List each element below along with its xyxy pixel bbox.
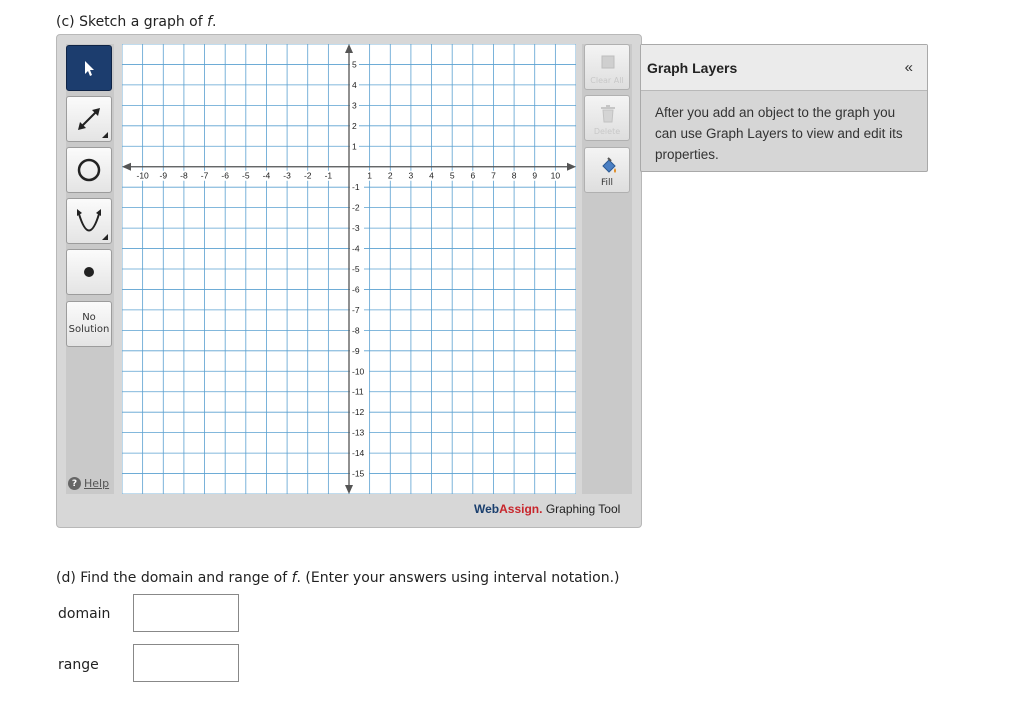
- x-tick-label: -6: [221, 171, 229, 181]
- y-tick-label: -12: [352, 407, 365, 417]
- y-tick-label: 2: [352, 121, 357, 131]
- delete-label: Delete: [593, 127, 621, 136]
- help-icon: ?: [68, 477, 81, 490]
- domain-label: domain: [58, 606, 111, 622]
- graph-layers-description: After you add an object to the graph you…: [655, 105, 903, 162]
- y-tick-label: -8: [352, 325, 360, 335]
- x-tick-label: 7: [491, 171, 496, 181]
- x-tick-label: 4: [429, 171, 434, 181]
- y-tick-label: -3: [352, 223, 360, 233]
- y-tick-label: -9: [352, 346, 360, 356]
- brand-assign: Assign: [499, 502, 540, 516]
- y-tick-label: 4: [352, 80, 357, 90]
- part-d-question: (d) Find the domain and range of f. (Ent…: [56, 570, 620, 586]
- y-tick-label: -5: [352, 264, 360, 274]
- y-axis-down-arrow-icon: [345, 485, 353, 494]
- y-tick-label: -15: [352, 469, 365, 479]
- x-tick-label: -1: [325, 171, 333, 181]
- webassign-brand: WebAssign. Graphing Tool: [474, 502, 620, 516]
- collapse-icon[interactable]: «: [905, 59, 913, 76]
- brand-rest: Graphing Tool: [542, 502, 621, 516]
- y-tick-label: 1: [352, 141, 357, 151]
- arrow-pointer-icon: [85, 61, 94, 76]
- part-d-suffix: . (Enter your answers using interval not…: [296, 570, 620, 586]
- point-icon: [84, 267, 94, 277]
- clear-all-icon: [601, 55, 615, 69]
- y-tick-label: -13: [352, 428, 365, 438]
- x-tick-label: -5: [242, 171, 250, 181]
- x-tick-label: 5: [450, 171, 455, 181]
- y-tick-label: -1: [352, 182, 360, 192]
- y-tick-label: -2: [352, 203, 360, 213]
- y-tick-label: -6: [352, 284, 360, 294]
- x-axis-right-arrow-icon: [567, 162, 576, 171]
- coordinate-grid[interactable]: -10 -9 -8 -7 -6 -5 -4 -3 -2 -1 1 2 3 4 5 6 7 8 9 1054321-1-…: [121, 43, 577, 495]
- y-tick-label: -4: [352, 244, 360, 254]
- point-tool-button[interactable]: [66, 249, 112, 295]
- help-label: Help: [84, 477, 110, 490]
- parabola-icon: [77, 209, 101, 232]
- delete-button[interactable]: Delete: [584, 95, 630, 141]
- pointer-tool-button[interactable]: [66, 45, 112, 91]
- y-tick-label: -11: [352, 387, 364, 397]
- graph-layers-panel: Graph Layers « After you add an object t…: [640, 44, 928, 172]
- x-tick-label: -7: [201, 171, 209, 181]
- x-tick-label: -2: [304, 171, 312, 181]
- x-tick-label: 8: [512, 171, 517, 181]
- x-axis-left-arrow-icon: [122, 162, 131, 171]
- circle-icon: [77, 158, 101, 182]
- help-link[interactable]: ? Help: [68, 477, 109, 490]
- y-tick-label: -10: [352, 366, 365, 376]
- no-solution-line2: Solution: [68, 324, 110, 335]
- submenu-triangle-icon: [102, 132, 108, 138]
- submenu-triangle-icon: [102, 234, 108, 240]
- graph-layers-title: Graph Layers: [647, 60, 738, 76]
- circle-tool-button[interactable]: [66, 147, 112, 193]
- double-arrow-line-icon: [78, 108, 100, 130]
- x-tick-label: 6: [470, 171, 475, 181]
- graph-layers-header: Graph Layers «: [641, 45, 927, 91]
- range-input[interactable]: [133, 644, 239, 682]
- x-tick-label: 1: [367, 171, 372, 181]
- no-solution-button[interactable]: No Solution: [66, 301, 112, 347]
- fill-label: Fill: [600, 178, 614, 188]
- x-tick-label: -3: [283, 171, 291, 181]
- part-c-suffix: .: [212, 14, 217, 30]
- x-tick-label: 3: [409, 171, 414, 181]
- clear-all-button[interactable]: Clear All: [584, 44, 630, 90]
- x-tick-label: -8: [180, 171, 188, 181]
- brand-web: Web: [474, 502, 500, 516]
- y-tick-label: 5: [352, 59, 357, 69]
- y-axis-up-arrow-icon: [345, 44, 353, 53]
- graph-canvas[interactable]: -10 -9 -8 -7 -6 -5 -4 -3 -2 -1 1 2 3 4 5 6 7 8 9 10 5 4 3 2 1 -1-…: [121, 43, 577, 495]
- line-tool-button[interactable]: [66, 96, 112, 142]
- clear-all-label: Clear All: [590, 76, 624, 85]
- y-tick-label: -14: [352, 448, 365, 458]
- x-tick-label: -4: [263, 171, 271, 181]
- x-tick-label: 10: [551, 171, 561, 181]
- parabola-tool-button[interactable]: [66, 198, 112, 244]
- x-tick-label: -9: [159, 171, 167, 181]
- y-tick-label: 3: [352, 100, 357, 110]
- y-tick-label: -7: [352, 305, 360, 315]
- no-solution-line1: No: [82, 312, 96, 323]
- x-tick-label: -10: [136, 171, 149, 181]
- x-tick-label: 2: [388, 171, 393, 181]
- domain-input[interactable]: [133, 594, 239, 632]
- part-c-prefix: (c) Sketch a graph of: [56, 14, 208, 30]
- x-tick-label: 9: [532, 171, 537, 181]
- part-c-question: (c) Sketch a graph of f.: [56, 14, 217, 30]
- trash-icon: [601, 105, 615, 123]
- fill-button[interactable]: Fill: [584, 147, 630, 193]
- part-d-prefix: (d) Find the domain and range of: [56, 570, 292, 586]
- paint-bucket-icon: [602, 157, 616, 173]
- range-label: range: [58, 657, 99, 673]
